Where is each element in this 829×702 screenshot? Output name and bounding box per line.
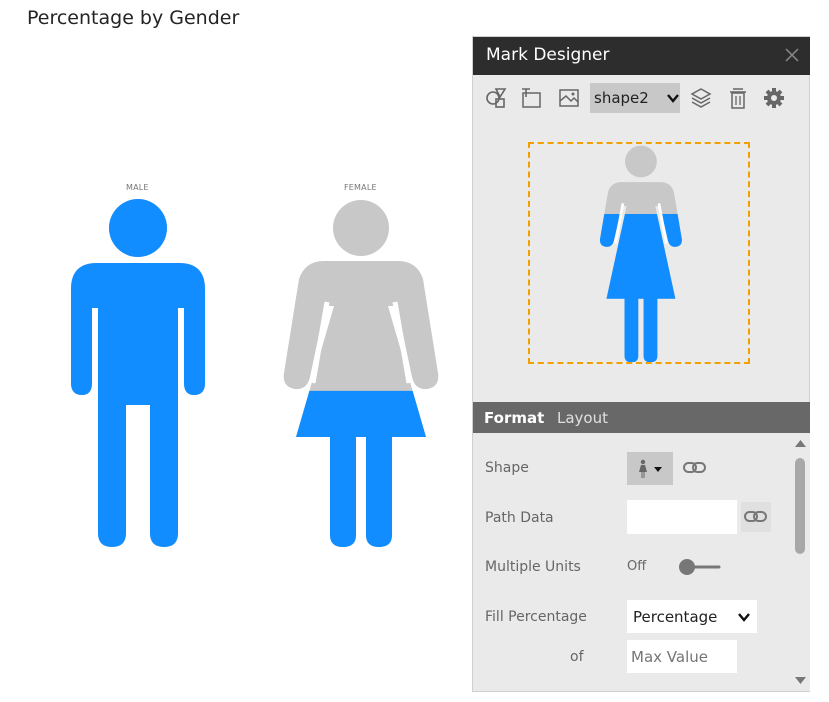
link-icon[interactable] xyxy=(683,460,707,476)
image-icon[interactable] xyxy=(557,86,581,110)
scroll-down-icon[interactable] xyxy=(795,677,806,685)
chevron-down-icon xyxy=(654,466,662,472)
link-icon xyxy=(744,511,767,522)
scroll-up-icon[interactable] xyxy=(795,439,806,447)
chevron-down-icon xyxy=(738,612,750,622)
designer-title: Mark Designer xyxy=(486,45,610,65)
designer-tabs: Format Layout xyxy=(473,402,810,433)
fill-percentage-value: Percentage xyxy=(633,607,718,626)
male-figure[interactable] xyxy=(60,195,220,555)
chart-title: Percentage by Gender xyxy=(27,7,240,29)
shape-picker[interactable] xyxy=(627,452,673,485)
female-label: FEMALE xyxy=(344,183,377,192)
shape-select-value: shape2 xyxy=(594,89,649,107)
multiple-units-label: Multiple Units xyxy=(485,559,581,575)
male-label: MALE xyxy=(126,183,149,192)
chevron-down-icon xyxy=(667,94,679,103)
fill-percentage-label: Fill Percentage xyxy=(485,609,587,625)
gear-icon[interactable] xyxy=(762,86,786,110)
shapes-icon[interactable] xyxy=(484,86,508,110)
female-figure[interactable] xyxy=(280,195,450,555)
shape-preview[interactable] xyxy=(528,142,750,364)
max-value-input[interactable] xyxy=(627,640,737,673)
female-empty xyxy=(283,200,439,547)
shape-select[interactable]: shape2 xyxy=(590,83,680,113)
female-shape-icon xyxy=(639,459,647,478)
fill-percentage-select[interactable]: Percentage xyxy=(627,600,757,633)
scroll-thumb[interactable] xyxy=(795,458,805,554)
path-data-link-button[interactable] xyxy=(741,502,771,532)
preview-figure xyxy=(599,145,682,362)
multiple-units-toggle[interactable] xyxy=(677,556,723,578)
mark-designer-panel: Mark Designer shape2 Format Layout Shape… xyxy=(472,36,810,692)
male-fill xyxy=(71,199,205,547)
designer-header: Mark Designer xyxy=(473,37,810,75)
of-label: of xyxy=(570,649,584,665)
shape-label: Shape xyxy=(485,460,529,476)
properties-scrollbar[interactable] xyxy=(791,433,810,691)
multiple-units-value: Off xyxy=(627,559,647,574)
text-icon[interactable] xyxy=(520,86,544,110)
tab-format[interactable]: Format xyxy=(484,409,544,427)
path-data-input[interactable] xyxy=(627,500,737,534)
close-icon[interactable] xyxy=(782,45,802,65)
trash-icon[interactable] xyxy=(726,86,750,110)
path-data-label: Path Data xyxy=(485,510,554,526)
layers-icon[interactable] xyxy=(689,86,713,110)
tab-layout[interactable]: Layout xyxy=(557,409,608,427)
